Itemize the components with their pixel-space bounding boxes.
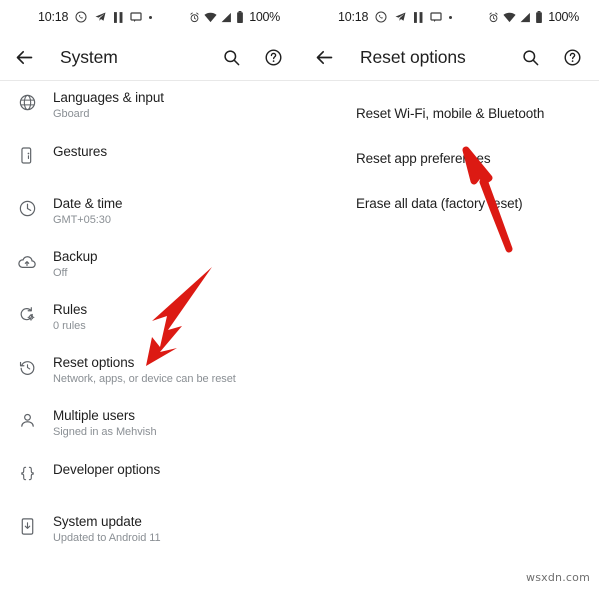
list-item-text: Gestures <box>53 142 107 160</box>
system-settings-list: Languages & input Gboard Gestures Date &… <box>0 81 300 566</box>
braces-icon <box>12 460 42 483</box>
list-item-subtitle: Updated to Android 11 <box>53 532 161 544</box>
list-item-subtitle: Gboard <box>53 108 90 120</box>
list-item-text: Developer options <box>53 460 160 478</box>
list-item-subtitle: 0 rules <box>53 320 86 332</box>
list-item-text: Languages & input Gboard <box>53 89 164 122</box>
battery-icon <box>237 11 244 23</box>
list-item-erase-all-data[interactable]: Erase all data (factory reset) <box>300 181 599 226</box>
signal-icon <box>221 12 232 22</box>
pause-icon <box>114 11 123 23</box>
status-bar-left: 10:18 <box>38 9 153 24</box>
help-icon[interactable] <box>560 45 584 69</box>
system-update-icon <box>12 513 42 536</box>
cloud-upload-icon <box>12 248 42 272</box>
status-bar: 10:18 100% <box>300 0 599 34</box>
right-screen-reset-options: 10:18 100% Reset options Reset Wi-Fi, mo… <box>300 0 599 592</box>
list-item-date-time[interactable]: Date & time GMT+05:30 <box>0 195 300 248</box>
list-item-title: Languages & input <box>53 90 164 105</box>
list-item-subtitle: Signed in as Mehvish <box>53 426 157 438</box>
list-item-system-update[interactable]: System update Updated to Android 11 <box>0 513 300 566</box>
pause-icon <box>414 11 423 23</box>
list-item-text: Date & time GMT+05:30 <box>53 195 123 228</box>
left-app-bar-actions <box>219 45 285 69</box>
message-icon <box>430 12 442 22</box>
status-bar-right: 100% <box>189 11 280 24</box>
status-bar: 10:18 100% <box>0 0 300 34</box>
status-bar-right: 100% <box>488 11 579 24</box>
page-title: Reset options <box>360 46 466 67</box>
page-title: System <box>60 46 118 67</box>
list-item-text: Backup Off <box>53 248 98 281</box>
restore-icon <box>12 354 42 377</box>
list-item-title: Erase all data (factory reset) <box>356 196 523 211</box>
telegram-icon <box>95 12 106 21</box>
list-item-text: Rules 0 rules <box>53 301 87 334</box>
battery-percent: 100% <box>249 9 280 24</box>
list-item-title: Backup <box>53 249 98 264</box>
signal-icon <box>520 12 531 22</box>
watermark: wsxdn.com <box>526 571 590 584</box>
left-app-bar: System <box>0 34 300 80</box>
list-item-reset-app-preferences[interactable]: Reset app preferences <box>300 136 599 181</box>
telegram-icon <box>395 12 406 21</box>
status-time: 10:18 <box>338 9 369 24</box>
rules-icon <box>12 301 42 324</box>
reset-options-list: Reset Wi-Fi, mobile & Bluetooth Reset ap… <box>300 81 599 226</box>
clock-icon <box>12 195 42 218</box>
wifi-icon <box>204 12 217 22</box>
list-item-backup[interactable]: Backup Off <box>0 248 300 301</box>
list-item-rules[interactable]: Rules 0 rules <box>0 301 300 354</box>
back-arrow-icon[interactable] <box>12 45 36 69</box>
whatsapp-icon <box>75 11 87 23</box>
list-item-text: System update Updated to Android 11 <box>53 513 161 546</box>
more-dot-icon <box>449 15 453 19</box>
list-item-title: Rules <box>53 302 88 317</box>
alarm-icon <box>190 12 199 22</box>
dual-screenshot-container: 10:18 100% System Languages & input Gboa… <box>0 0 599 592</box>
gesture-phone-icon <box>12 142 42 165</box>
list-item-title: Date & time <box>53 196 123 211</box>
list-item-title: Multiple users <box>53 408 135 423</box>
more-dot-icon <box>149 15 153 19</box>
battery-icon <box>536 11 543 23</box>
right-app-bar-actions <box>518 45 584 69</box>
list-item-reset-wifi-mobile-bluetooth[interactable]: Reset Wi-Fi, mobile & Bluetooth <box>300 91 599 136</box>
status-time: 10:18 <box>38 9 69 24</box>
help-icon[interactable] <box>261 45 285 69</box>
list-item-subtitle: GMT+05:30 <box>53 214 111 226</box>
status-bar-left: 10:18 <box>338 9 453 24</box>
wifi-icon <box>503 12 516 22</box>
globe-icon <box>12 89 42 112</box>
list-item-reset-options[interactable]: Reset options Network, apps, or device c… <box>0 354 300 407</box>
whatsapp-icon <box>375 11 387 23</box>
list-item-subtitle: Off <box>53 267 68 279</box>
list-item-subtitle: Network, apps, or device can be reset <box>53 373 236 385</box>
list-item-text: Reset options Network, apps, or device c… <box>53 354 236 387</box>
list-item-title: Reset options <box>53 355 135 370</box>
back-arrow-icon[interactable] <box>312 45 336 69</box>
list-item-title: System update <box>53 514 142 529</box>
list-item-title: Gestures <box>53 144 107 159</box>
right-app-bar: Reset options <box>300 34 599 80</box>
list-item-multiple-users[interactable]: Multiple users Signed in as Mehvish <box>0 407 300 460</box>
search-icon[interactable] <box>219 45 243 69</box>
battery-percent: 100% <box>548 9 579 24</box>
left-screen-system-settings: 10:18 100% System Languages & input Gboa… <box>0 0 300 592</box>
list-item-languages-input[interactable]: Languages & input Gboard <box>0 89 300 142</box>
list-item-gestures[interactable]: Gestures <box>0 142 300 195</box>
list-item-title: Reset Wi-Fi, mobile & Bluetooth <box>356 106 545 121</box>
list-item-text: Multiple users Signed in as Mehvish <box>53 407 157 440</box>
search-icon[interactable] <box>518 45 542 69</box>
person-icon <box>12 407 42 430</box>
list-item-developer-options[interactable]: Developer options <box>0 460 300 513</box>
list-item-title: Reset app preferences <box>356 151 491 166</box>
message-icon <box>130 12 142 22</box>
list-item-title: Developer options <box>53 462 161 477</box>
alarm-icon <box>489 12 498 22</box>
